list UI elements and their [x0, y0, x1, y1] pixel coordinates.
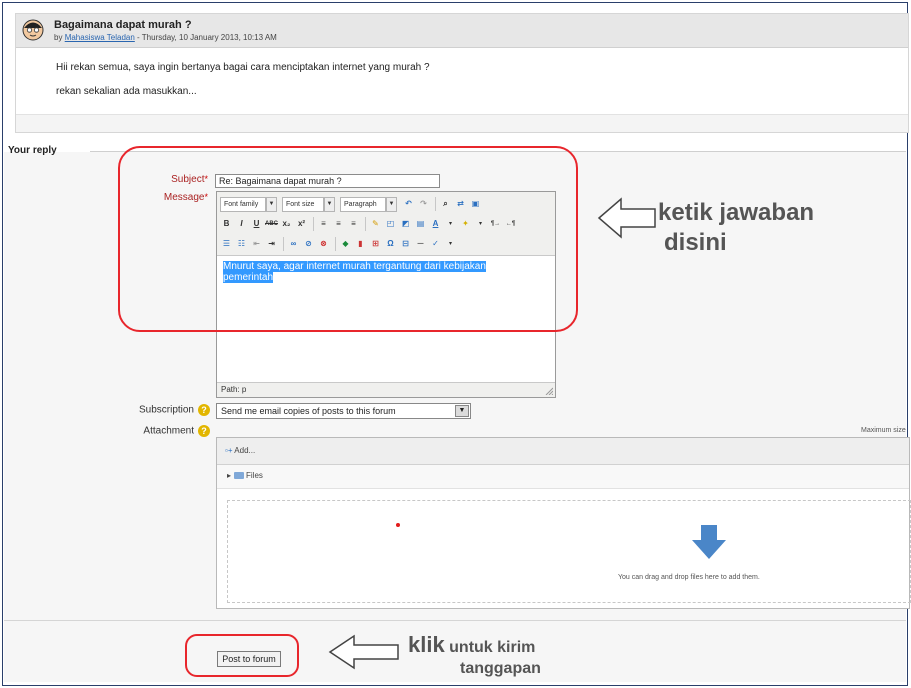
subscription-label: Subscription?: [100, 404, 210, 416]
button-highlight-box: [185, 634, 299, 677]
files-folder[interactable]: ▸ Files: [227, 471, 263, 480]
chevron-right-icon: ▸: [227, 471, 232, 480]
post-body: Hii rekan semua, saya ingin bertanya bag…: [16, 48, 908, 97]
attachment-label: Attachment?: [100, 425, 210, 437]
dropzone-text: You can drag and drop files here to add …: [618, 574, 760, 581]
editor-path: Path: p: [217, 382, 555, 397]
subscription-label-text: Subscription: [138, 404, 194, 416]
avatar-icon[interactable]: [22, 19, 44, 41]
resize-grip-icon[interactable]: [545, 387, 553, 395]
message-highlight-box: [118, 146, 578, 332]
annotation-klik-bold: klik: [408, 632, 445, 657]
add-file-label: Add...: [234, 446, 256, 455]
file-tree: ▸ Files: [217, 465, 909, 489]
subscription-select[interactable]: Send me email copies of posts to this fo…: [216, 403, 471, 419]
post-by: by: [54, 33, 63, 42]
download-arrow-icon: [692, 525, 726, 559]
annotation-klik: klik untuk kirim: [408, 632, 535, 658]
subscription-help-icon[interactable]: ?: [198, 404, 210, 416]
file-picker-toolbar: ▫+ Add...: [217, 438, 909, 465]
attachment-label-text: Attachment: [143, 425, 194, 437]
post-title: Bagaimana dapat murah ?: [54, 19, 192, 31]
post-date: - Thursday, 10 January 2013, 10:13 AM: [137, 33, 277, 42]
attachment-help-icon[interactable]: ?: [198, 425, 210, 437]
post-author-link[interactable]: Mahasiswa Teladan: [65, 33, 135, 42]
subscription-value: Send me email copies of posts to this fo…: [221, 406, 396, 416]
add-file-icon: ▫+: [225, 446, 233, 455]
post-footer: [16, 114, 908, 132]
folder-icon: [234, 472, 245, 480]
file-picker: ▫+ Add... ▸ Files You can drag and drop f…: [216, 437, 911, 609]
post-line-1: Hii rekan semua, saya ingin bertanya bag…: [56, 62, 430, 73]
max-size-text: Maximum size: [861, 427, 906, 434]
annotation-tanggapan: tanggapan: [460, 660, 541, 677]
add-file-button[interactable]: ▫+ Add...: [225, 446, 255, 455]
forum-post: Bagaimana dapat murah ? by Mahasiswa Tel…: [15, 13, 909, 133]
files-label: Files: [246, 471, 263, 480]
post-line-2: rekan sekalian ada masukkan...: [56, 86, 197, 97]
file-dropzone[interactable]: You can drag and drop files here to add …: [227, 500, 911, 603]
hollow-arrow-icon: [597, 197, 656, 239]
hollow-arrow-icon: [328, 634, 399, 670]
annotation-untuk-kirim: untuk kirim: [449, 639, 536, 656]
cursor-dot: [396, 523, 400, 527]
form-divider: [4, 620, 906, 621]
post-header: Bagaimana dapat murah ? by Mahasiswa Tel…: [16, 14, 908, 48]
reply-legend: Your reply: [8, 145, 57, 156]
annotation-disini: disini: [664, 229, 727, 256]
annotation-ketik-jawaban: ketik jawaban: [658, 199, 815, 226]
post-meta: by Mahasiswa Teladan - Thursday, 10 Janu…: [54, 33, 277, 42]
chevron-down-icon: ▼: [455, 405, 469, 417]
